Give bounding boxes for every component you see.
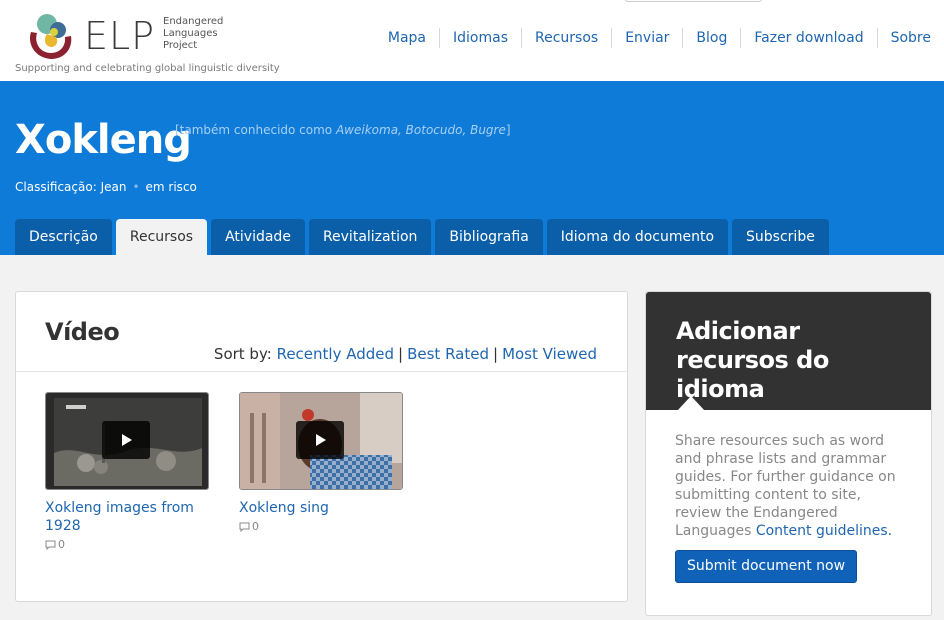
nav-sobre[interactable]: Sobre [876,28,944,48]
submit-document-button[interactable]: Submit document now [675,550,857,583]
logo-text[interactable]: ELP [84,16,155,56]
comment-count: 0 [239,520,403,533]
content-guidelines-link[interactable]: Content guidelines. [756,523,892,539]
site-header: ELP Endangered Languages Project Support… [0,0,944,81]
main-nav: Mapa Idiomas Recursos Enviar Blog Fazer … [375,28,944,48]
sort-best-rated[interactable]: Best Rated [407,345,489,363]
comment-count: 0 [45,538,209,551]
search-input[interactable] [625,0,762,2]
tab-bibliografia[interactable]: Bibliografia [435,219,543,255]
sort-separator: | [398,345,404,363]
video-item: Xokleng sing 0 [239,392,403,533]
language-tabs: Descrição Recursos Atividade Revitalizat… [15,219,833,255]
video-thumbnail[interactable] [239,392,403,490]
section-title: Vídeo [45,318,120,346]
play-icon[interactable] [296,421,344,459]
panel-description: Share resources such as word and phrase … [675,432,911,540]
sort-most-viewed[interactable]: Most Viewed [502,345,597,363]
video-title[interactable]: Xokleng sing [239,499,403,517]
panel-header: Adicionar recursos do idioma [646,292,931,411]
video-thumbnail[interactable] [45,392,209,490]
tab-descricao[interactable]: Descrição [15,219,112,255]
comment-count-value: 0 [252,520,259,533]
video-title[interactable]: Xokleng images from 1928 [45,499,209,535]
aka-prefix: [também conhecido como [175,123,336,137]
tab-atividade[interactable]: Atividade [211,219,305,255]
nav-idiomas[interactable]: Idiomas [439,28,521,48]
language-banner: Xokleng [também conhecido como Aweikoma,… [0,81,944,255]
divider [16,371,627,372]
classification: Classificação: Jean • em risco [15,180,197,194]
video-item: Xokleng images from 1928 0 [45,392,209,551]
logo-subtitle: Endangered Languages Project [163,16,224,51]
nav-fazer-download[interactable]: Fazer download [740,28,876,48]
sort-separator: | [493,345,499,363]
aka-suffix: ] [505,123,511,137]
comment-icon [45,540,56,550]
play-icon[interactable] [102,421,150,459]
nav-enviar[interactable]: Enviar [611,28,682,48]
sort-by: Sort by: Recently Added | Best Rated | Most … [214,345,597,363]
tab-subscribe[interactable]: Subscribe [732,219,829,255]
elp-logo-icon[interactable] [25,10,77,62]
sort-recently-added[interactable]: Recently Added [277,345,394,363]
classification-label: Classificação: Jean [15,180,127,194]
comment-icon [239,522,250,532]
add-resources-panel: Adicionar recursos do idioma Share resou… [645,291,932,616]
nav-blog[interactable]: Blog [682,28,740,48]
aka-names: Aweikoma, Botocudo, Bugre [335,123,506,137]
tab-idioma-do-documento[interactable]: Idioma do documento [546,219,729,255]
panel-title: Adicionar recursos do idioma [676,317,829,403]
nav-mapa[interactable]: Mapa [375,28,439,48]
language-title: Xokleng [15,117,192,163]
tagline: Supporting and celebrating global lingui… [15,63,280,74]
comment-count-value: 0 [58,538,65,551]
video-resources-card: Vídeo Sort by: Recently Added | Best Rated… [15,291,628,602]
endangerment-status: em risco [145,180,197,194]
panel-notch [677,396,705,411]
tab-recursos[interactable]: Recursos [115,219,208,255]
also-known-as: [também conhecido como Aweikoma, Botocud… [175,123,511,137]
sort-label: Sort by: [213,345,277,363]
separator-dot: • [132,180,140,194]
nav-recursos[interactable]: Recursos [520,28,611,48]
tab-revitalization[interactable]: Revitalization [308,219,432,255]
